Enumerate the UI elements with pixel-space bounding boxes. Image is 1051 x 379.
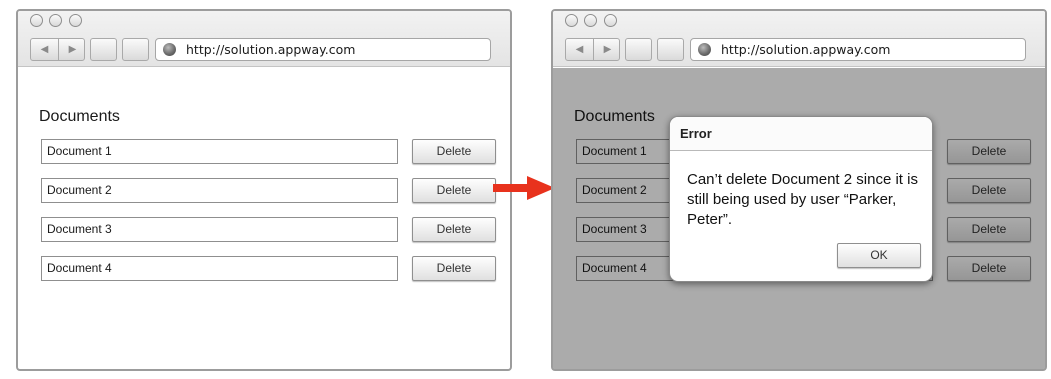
window-minimize-button[interactable] <box>584 14 597 27</box>
delete-button[interactable]: Delete <box>412 139 496 164</box>
address-text: http://solution.appway.com <box>721 42 891 57</box>
delete-button[interactable]: Delete <box>412 178 496 203</box>
arrow-right-icon <box>493 176 555 200</box>
address-bar[interactable]: http://solution.appway.com <box>155 38 491 61</box>
browser-window-before: ◀ ▶ http://solution.appway.com Documents… <box>16 9 512 371</box>
window-zoom-button[interactable] <box>604 14 617 27</box>
toolbar-button-1[interactable] <box>90 38 117 61</box>
globe-icon <box>163 43 176 56</box>
error-dialog: Error Can’t delete Document 2 since it i… <box>669 116 933 282</box>
window-close-button[interactable] <box>565 14 578 27</box>
toolbar-button-2[interactable] <box>122 38 149 61</box>
window-minimize-button[interactable] <box>49 14 62 27</box>
toolbar-button-2[interactable] <box>657 38 684 61</box>
error-message: Can’t delete Document 2 since it is stil… <box>687 171 918 228</box>
forward-arrow-icon[interactable]: ▶ <box>59 39 86 60</box>
window-close-button[interactable] <box>30 14 43 27</box>
browser-toolbar: ◀ ▶ http://solution.appway.com <box>18 11 510 67</box>
address-bar[interactable]: http://solution.appway.com <box>690 38 1026 61</box>
page-content: Documents Document 1 Delete Document 2 D… <box>18 68 510 369</box>
toolbar-button-1[interactable] <box>625 38 652 61</box>
delete-button[interactable]: Delete <box>412 217 496 242</box>
page-title: Documents <box>39 108 120 125</box>
back-arrow-icon[interactable]: ◀ <box>31 39 58 60</box>
ok-button[interactable]: OK <box>837 243 921 268</box>
document-field[interactable]: Document 2 <box>41 178 398 203</box>
document-field[interactable]: Document 1 <box>41 139 398 164</box>
globe-icon <box>698 43 711 56</box>
back-arrow-icon[interactable]: ◀ <box>566 39 593 60</box>
arrow-shaft <box>493 184 529 192</box>
document-field[interactable]: Document 4 <box>41 256 398 281</box>
browser-window-after: ◀ ▶ http://solution.appway.com Documents… <box>551 9 1047 371</box>
address-text: http://solution.appway.com <box>186 42 356 57</box>
window-zoom-button[interactable] <box>69 14 82 27</box>
dialog-title: Error <box>670 117 932 151</box>
browser-toolbar: ◀ ▶ http://solution.appway.com <box>553 11 1045 67</box>
history-nav: ◀ ▶ <box>30 38 85 61</box>
document-field[interactable]: Document 3 <box>41 217 398 242</box>
delete-button[interactable]: Delete <box>412 256 496 281</box>
forward-arrow-icon[interactable]: ▶ <box>594 39 621 60</box>
history-nav: ◀ ▶ <box>565 38 620 61</box>
